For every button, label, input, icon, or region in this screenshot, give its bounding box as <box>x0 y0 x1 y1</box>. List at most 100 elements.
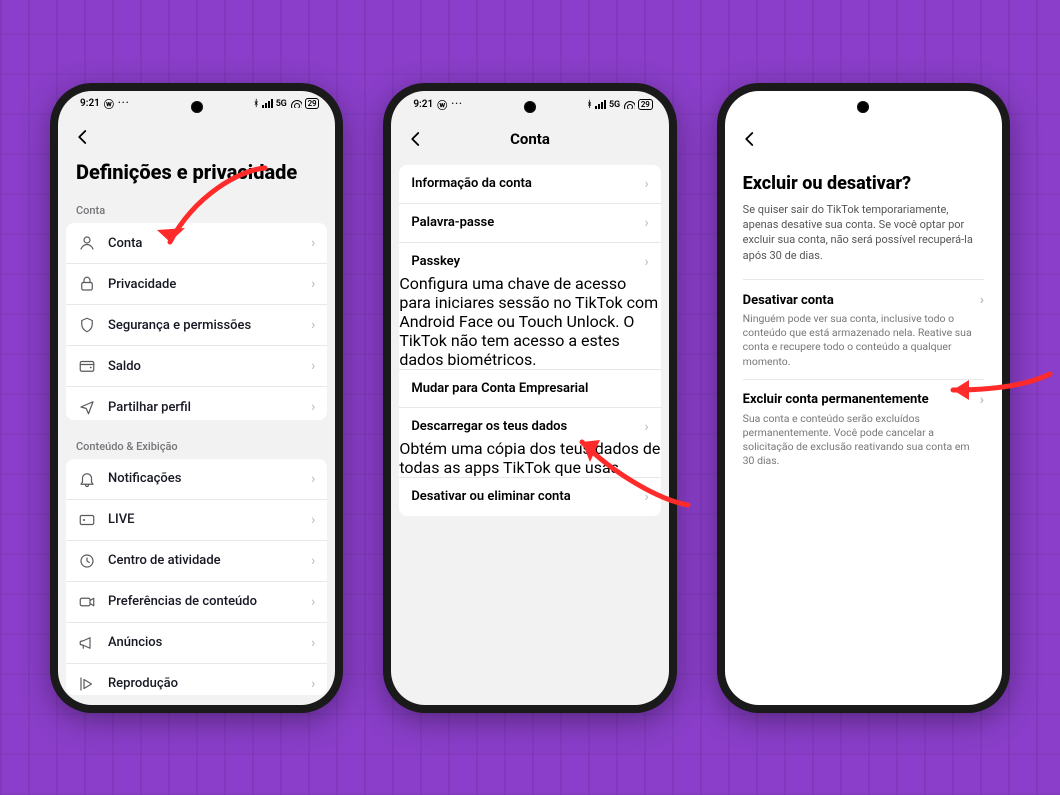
chevron-right-icon: › <box>311 594 315 610</box>
row-label: Centro de atividade <box>108 553 299 568</box>
delete-desc: Sua conta e conteúdo serão excluídos per… <box>743 408 984 469</box>
row-label: Desativar ou eliminar conta <box>411 489 632 504</box>
wifi-icon <box>290 99 302 108</box>
chevron-right-icon: › <box>311 235 315 251</box>
wallet-icon <box>78 357 96 375</box>
chevron-right-icon: › <box>980 392 984 408</box>
settings-row-centro-de-atividade[interactable]: Centro de atividade › <box>66 540 327 581</box>
delete-label: Excluir conta permanentemente <box>743 392 929 407</box>
row-label: Passkey <box>411 254 632 269</box>
header-title: Conta <box>391 130 668 148</box>
settings-row-an-ncios[interactable]: Anúncios › <box>66 622 327 663</box>
battery-text: 29 <box>638 99 653 110</box>
row-label: Informação da conta <box>411 176 632 191</box>
chevron-right-icon: › <box>311 553 315 569</box>
network-label: 5G <box>609 100 620 110</box>
chevron-right-icon: › <box>644 489 648 505</box>
row-label: Notificações <box>108 471 299 486</box>
video-icon <box>78 593 96 611</box>
row-label: Palavra-passe <box>411 215 632 230</box>
megaphone-icon <box>78 634 96 652</box>
network-label: 5G <box>276 99 287 109</box>
status-bar: 9:21 ⓦ ··· ᚼ 5G 29 <box>58 91 335 118</box>
account-row-descarregar-os-teus-dados[interactable]: Descarregar os teus dados › Obtém uma cópi… <box>399 407 660 477</box>
screen-settings: 9:21 ⓦ ··· ᚼ 5G 29 Definições e privacid… <box>58 91 335 705</box>
chevron-right-icon: › <box>311 358 315 374</box>
share-icon <box>78 398 96 416</box>
back-icon[interactable] <box>737 126 763 152</box>
account-options-list: Informação da conta›Palavra-passe›Passke… <box>399 165 660 516</box>
header-bar <box>58 117 335 156</box>
row-label: Saldo <box>108 359 299 374</box>
settings-group-content: Notificações›LIVE›Centro de atividade›Pr… <box>66 459 327 695</box>
deactivate-option[interactable]: Desativar conta › Ninguém pode ver sua c… <box>743 279 984 379</box>
settings-row-seguran-a-e-permiss-es[interactable]: Segurança e permissões› <box>66 304 327 345</box>
settings-row-conta[interactable]: Conta› <box>66 223 327 263</box>
status-more-icon: ··· <box>451 99 463 110</box>
account-row-palavra-passe[interactable]: Palavra-passe › <box>399 203 660 242</box>
chevron-right-icon: › <box>311 635 315 651</box>
settings-row-notifica-es[interactable]: Notificações › <box>66 459 327 499</box>
deactivate-desc: Ninguém pode ver sua conta, inclusive to… <box>743 308 984 369</box>
status-time: 9:21 <box>413 99 433 110</box>
chevron-right-icon: › <box>644 215 648 231</box>
settings-row-saldo[interactable]: Saldo › <box>66 345 327 386</box>
chevron-right-icon: › <box>980 292 984 308</box>
header-bar <box>725 119 1002 159</box>
signal-icon <box>262 99 273 108</box>
chevron-right-icon: › <box>644 176 648 192</box>
account-row-desativar-ou-eliminar-conta[interactable]: Desativar ou eliminar conta › <box>399 477 660 516</box>
chevron-right-icon: › <box>644 254 648 270</box>
signal-icon <box>595 100 606 109</box>
row-label: Partilhar perfil <box>108 400 299 415</box>
chevron-right-icon: › <box>311 276 315 292</box>
chevron-right-icon: › <box>644 419 648 435</box>
chevron-right-icon: › <box>311 676 315 692</box>
phone-1: 9:21 ⓦ ··· ᚼ 5G 29 Definições e privacid… <box>50 83 343 713</box>
bell-icon <box>78 470 96 488</box>
account-row-informa-o-da-conta[interactable]: Informação da conta › <box>399 165 660 203</box>
bluetooth-icon: ᚼ <box>587 100 592 110</box>
chevron-right-icon: › <box>311 471 315 487</box>
phone-3: Excluir ou desativar? Se quiser sair do … <box>717 83 1010 713</box>
row-label: LIVE <box>108 512 299 527</box>
battery-text: 29 <box>305 98 320 109</box>
lock-icon <box>78 275 96 293</box>
row-label: Privacidade <box>108 277 299 292</box>
page-title: Excluir ou desativar? <box>743 159 984 202</box>
whatsapp-icon: ⓦ <box>437 97 447 112</box>
settings-row-live[interactable]: LIVE › <box>66 499 327 540</box>
deactivate-label: Desativar conta <box>743 293 834 308</box>
settings-row-privacidade[interactable]: Privacidade › <box>66 263 327 304</box>
intro-text: Se quiser sair do TikTok temporariamente… <box>743 202 984 280</box>
screen-delete-deactivate: Excluir ou desativar? Se quiser sair do … <box>725 91 1002 705</box>
row-label: Preferências de conteúdo <box>108 594 299 609</box>
chevron-right-icon: › <box>311 512 315 528</box>
live-icon <box>78 511 96 529</box>
row-label: Anúncios <box>108 635 299 650</box>
page-title: Definições e privacidade <box>58 156 335 194</box>
account-row-passkey[interactable]: Passkey › Configura uma chave de acesso pa… <box>399 242 660 369</box>
row-label: Mudar para Conta Empresarial <box>411 381 648 396</box>
row-description: Configura uma chave de acesso para inici… <box>399 274 660 369</box>
row-description: Obtém uma cópia dos teus dados de todas … <box>399 439 660 477</box>
section-label-account: Conta <box>58 194 335 223</box>
screen-account: 9:21 ⓦ ··· ᚼ 5G 29 Conta Informação da c… <box>391 91 668 705</box>
row-label: Reprodução <box>108 676 299 691</box>
settings-row-reprodu-o[interactable]: Reprodução › <box>66 663 327 695</box>
shield-icon <box>78 316 96 334</box>
row-label: Descarregar os teus dados <box>411 419 632 434</box>
phone-2: 9:21 ⓦ ··· ᚼ 5G 29 Conta Informação da c… <box>383 83 676 713</box>
status-more-icon: ··· <box>118 98 130 109</box>
delete-permanently-option[interactable]: Excluir conta permanentemente › Sua cont… <box>743 379 984 479</box>
delete-deactivate-body: Excluir ou desativar? Se quiser sair do … <box>725 159 1002 479</box>
settings-row-prefer-ncias-de-conte-do[interactable]: Preferências de conteúdo › <box>66 581 327 622</box>
section-label-content: Conteúdo & Exibição <box>58 430 335 459</box>
user-icon <box>78 234 96 252</box>
clock-icon <box>78 552 96 570</box>
wifi-icon <box>623 100 635 109</box>
back-icon[interactable] <box>70 124 96 150</box>
settings-row-partilhar-perfil[interactable]: Partilhar perfil› <box>66 386 327 420</box>
account-row-mudar-para-conta-empresarial[interactable]: Mudar para Conta Empresarial› <box>399 369 660 407</box>
row-label: Segurança e permissões <box>108 318 299 333</box>
